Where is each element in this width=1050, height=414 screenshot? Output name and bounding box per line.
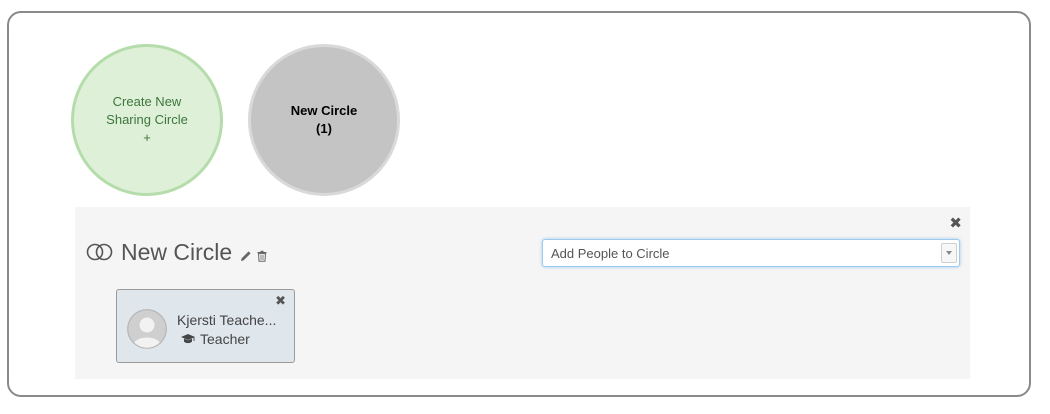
create-circle-button[interactable]: Create New Sharing Circle + (71, 44, 223, 196)
close-icon[interactable]: ✖ (275, 293, 286, 309)
member-name: Kjersti Teache... (177, 312, 277, 328)
create-circle-label-line2: Sharing Circle (106, 112, 188, 127)
add-people-select[interactable]: Add People to Circle (542, 239, 960, 267)
rings-icon (86, 243, 113, 261)
circle-tile-name: New Circle (290, 103, 358, 118)
circle-tile-count: (1) (316, 121, 332, 136)
member-role-label: Teacher (200, 331, 250, 347)
window-frame: Create New Sharing Circle + New Circle (… (7, 11, 1031, 397)
avatar (127, 309, 167, 349)
chevron-down-icon[interactable] (941, 243, 957, 263)
create-circle-plus: + (143, 130, 151, 145)
circle-title-row: New Circle (85, 239, 268, 265)
pencil-icon[interactable] (240, 250, 252, 262)
create-circle-label-line1: Create New (112, 94, 182, 109)
member-role: Teacher (181, 331, 250, 347)
add-people-placeholder: Add People to Circle (551, 246, 670, 261)
circle-detail-panel: ✖ New Circle Add People to Circle ✖ Kjer… (75, 207, 970, 379)
circle-tile-new-circle[interactable]: New Circle (1) (248, 44, 400, 196)
member-card: ✖ Kjersti Teache... Teacher (116, 289, 295, 363)
graduation-cap-icon (181, 334, 195, 344)
circle-title: New Circle (121, 239, 233, 265)
trash-icon[interactable] (256, 250, 268, 262)
close-icon[interactable]: ✖ (949, 214, 962, 232)
